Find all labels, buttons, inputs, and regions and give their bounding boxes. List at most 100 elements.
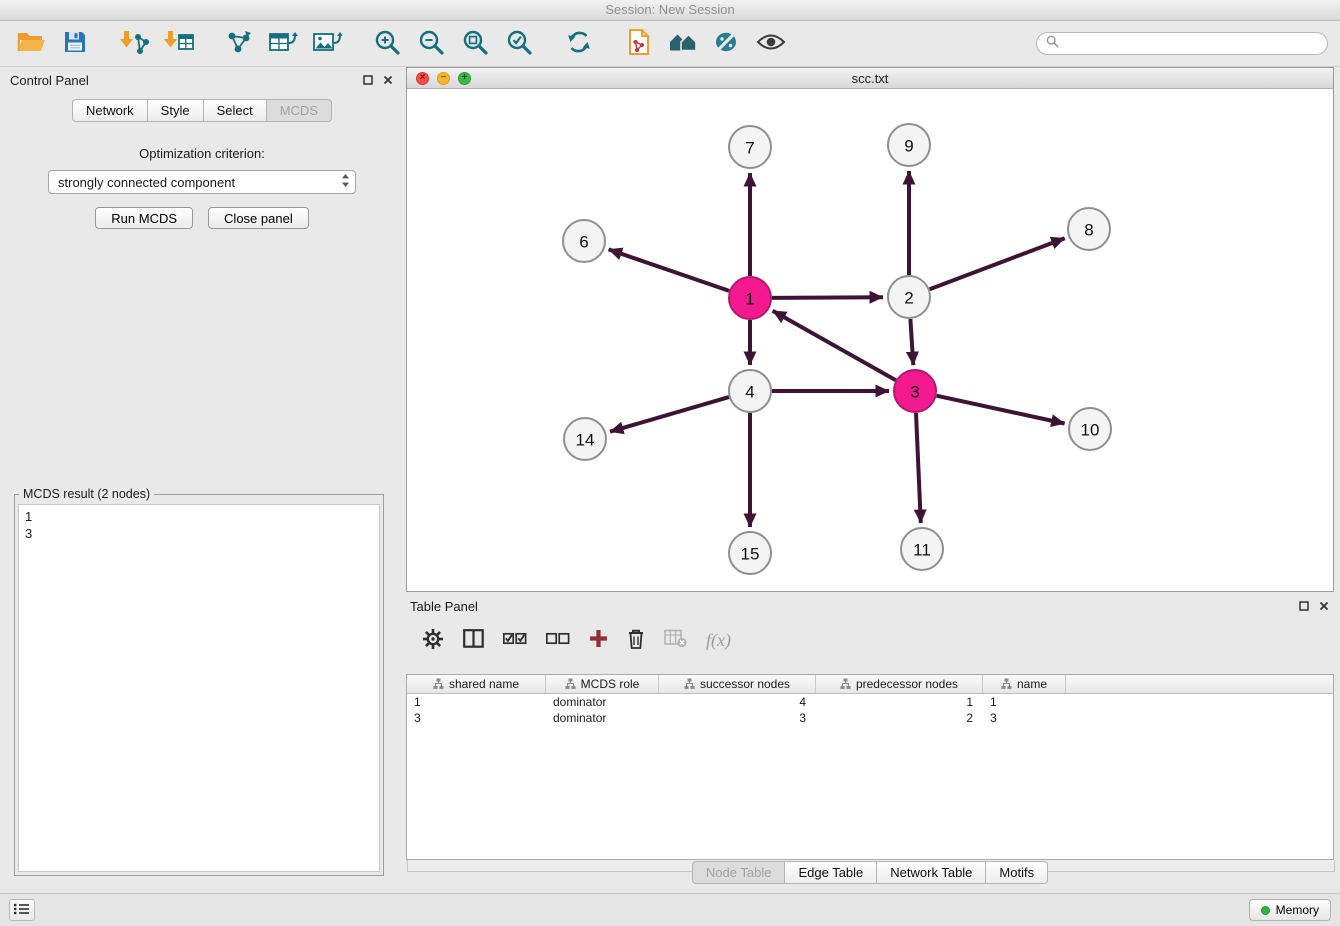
import-network-icon: [119, 29, 151, 59]
table-tab-node-table[interactable]: Node Table: [692, 861, 786, 884]
graph-edge-2-3[interactable]: [910, 319, 913, 365]
table-panel-close-button[interactable]: [1318, 600, 1330, 612]
add-row-button[interactable]: [589, 629, 608, 651]
column-visibility-button[interactable]: [463, 629, 484, 651]
column-header-filler: [1066, 675, 1333, 693]
table-settings-button[interactable]: [422, 628, 444, 653]
column-header-MCDS-role[interactable]: MCDS role: [546, 675, 659, 693]
tab-select[interactable]: Select: [204, 99, 267, 122]
graph-node-4[interactable]: 4: [729, 370, 771, 412]
delete-table-button[interactable]: [664, 629, 687, 651]
graph-edge-4-14[interactable]: [610, 397, 729, 432]
list-icon: [14, 903, 30, 918]
window-controls: × − +: [416, 72, 471, 85]
zoom-fit-button[interactable]: [456, 25, 494, 63]
table-cell: 3: [983, 711, 1066, 725]
column-header-label: predecessor nodes: [856, 677, 958, 691]
column-header-name[interactable]: name: [983, 675, 1066, 693]
graph-node-3[interactable]: 3: [894, 370, 936, 412]
graph-node-9[interactable]: 9: [888, 124, 930, 166]
unselect-all-button[interactable]: [546, 632, 570, 648]
tab-network[interactable]: Network: [72, 99, 148, 122]
graph-edge-1-6[interactable]: [609, 249, 730, 291]
search-input[interactable]: [1064, 36, 1318, 52]
status-bar: Memory: [0, 893, 1340, 926]
table-cell: 1: [983, 695, 1066, 709]
graph-edge-1-2[interactable]: [772, 297, 883, 298]
control-panel-close-button[interactable]: [382, 74, 394, 86]
delete-row-button[interactable]: [627, 628, 645, 653]
control-panel-float-button[interactable]: [362, 74, 374, 86]
graph-node-1[interactable]: 1: [729, 277, 771, 319]
task-history-button[interactable]: [9, 899, 35, 921]
table-tab-motifs[interactable]: Motifs: [986, 861, 1048, 884]
column-header-predecessor-nodes[interactable]: predecessor nodes: [816, 675, 983, 693]
svg-text:8: 8: [1084, 221, 1093, 240]
column-header-label: name: [1017, 677, 1047, 691]
minimize-window-icon[interactable]: −: [437, 72, 450, 85]
graph-node-2[interactable]: 2: [888, 276, 930, 318]
show-hide-graphics-button[interactable]: [752, 25, 790, 63]
table-cell: 2: [816, 711, 983, 725]
criterion-select[interactable]: strongly connected component: [48, 170, 356, 194]
table-row[interactable]: 1dominator411: [407, 694, 1333, 710]
zoom-in-button[interactable]: [368, 25, 406, 63]
function-builder-button[interactable]: f(x): [706, 630, 731, 651]
import-network-from-file-button[interactable]: [116, 25, 154, 63]
open-network-file-button[interactable]: [620, 25, 658, 63]
open-session-button[interactable]: [12, 25, 50, 63]
control-panel-title: Control Panel: [10, 73, 362, 88]
table-tab-edge-table[interactable]: Edge Table: [785, 861, 877, 884]
toolbar-group-import: [116, 25, 198, 63]
graph-edge-3-11[interactable]: [916, 413, 921, 523]
table-panel: Table Panel f(x) shared n: [406, 596, 1334, 886]
graph-node-8[interactable]: 8: [1068, 208, 1110, 250]
show-all-networks-button[interactable]: [664, 25, 702, 63]
memory-button[interactable]: Memory: [1249, 899, 1331, 921]
tab-mcds[interactable]: MCDS: [267, 99, 332, 122]
tab-style[interactable]: Style: [148, 99, 204, 122]
export-image-button[interactable]: [308, 25, 346, 63]
select-all-button[interactable]: [503, 632, 527, 648]
graph-node-15[interactable]: 15: [729, 532, 771, 574]
table-cell: dominator: [546, 695, 659, 709]
zoom-window-icon[interactable]: +: [458, 72, 471, 85]
apply-style-button[interactable]: [708, 25, 746, 63]
graph-edge-2-8[interactable]: [930, 238, 1065, 289]
close-window-icon[interactable]: ×: [416, 72, 429, 85]
graph-node-10[interactable]: 10: [1069, 408, 1111, 450]
graph-node-11[interactable]: 11: [901, 528, 943, 570]
network-canvas[interactable]: 7 9 6 8 1 2 4 3 14 10 15 11: [407, 89, 1333, 590]
graph-edge-3-1[interactable]: [773, 311, 896, 380]
graph-node-7[interactable]: 7: [729, 126, 771, 168]
refresh-icon: [565, 28, 593, 59]
zoom-out-button[interactable]: [412, 25, 450, 63]
unchecked-boxes-icon: [546, 632, 570, 648]
export-table-button[interactable]: [264, 25, 302, 63]
table-tab-network-table[interactable]: Network Table: [877, 861, 986, 884]
new-network-button[interactable]: [220, 25, 258, 63]
table-panel-header: Table Panel: [406, 596, 1334, 616]
select-spinner-icon: [341, 173, 350, 191]
column-header-shared-name[interactable]: shared name: [407, 675, 546, 693]
graph-edge-3-10[interactable]: [937, 396, 1065, 424]
column-header-successor-nodes[interactable]: successor nodes: [659, 675, 816, 693]
close-panel-button[interactable]: Close panel: [208, 207, 309, 229]
graph-node-6[interactable]: 6: [563, 220, 605, 262]
table-row[interactable]: 3dominator323: [407, 710, 1333, 726]
graph-node-14[interactable]: 14: [564, 418, 606, 460]
zoom-selected-button[interactable]: [500, 25, 538, 63]
window-title: Session: New Session: [605, 2, 734, 17]
refresh-network-button[interactable]: [560, 25, 598, 63]
sort-column-icon: [1001, 678, 1012, 690]
run-mcds-button[interactable]: Run MCDS: [95, 207, 193, 229]
save-session-button[interactable]: [56, 25, 94, 63]
import-table-from-file-button[interactable]: [160, 25, 198, 63]
eye-icon: [756, 32, 786, 55]
svg-text:9: 9: [904, 137, 913, 156]
document-network-icon: [626, 28, 652, 59]
sort-column-icon: [433, 678, 444, 690]
table-panel-float-button[interactable]: [1298, 600, 1310, 612]
network-window-titlebar[interactable]: × − + scc.txt: [407, 68, 1333, 89]
table-cell: 3: [659, 711, 816, 725]
